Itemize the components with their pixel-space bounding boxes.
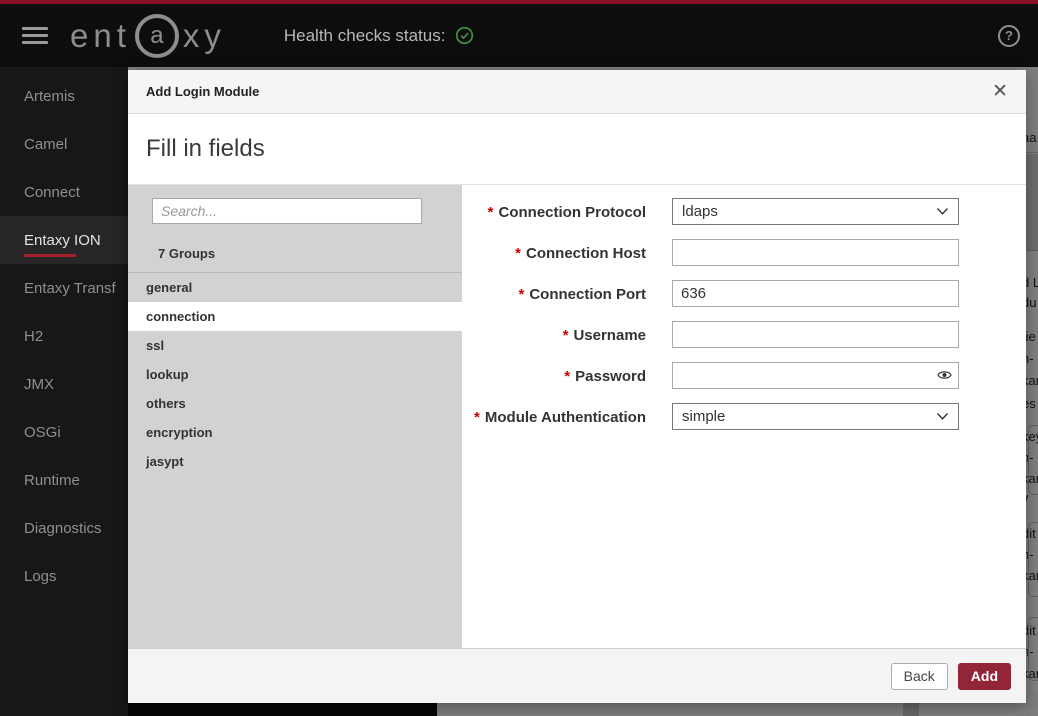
connection-protocol-select[interactable]: ldaps (672, 198, 959, 225)
health-status: Health checks status: (284, 26, 475, 46)
username-input[interactable] (672, 321, 959, 348)
sidebar-item-label: Entaxy ION (24, 232, 101, 249)
field-label-password: *Password (462, 362, 646, 389)
form-row-connection-protocol: *Connection Protocol ldaps (462, 198, 1026, 225)
password-input[interactable] (672, 362, 959, 389)
add-login-module-dialog: Add Login Module ✕ Fill in fields 7 Grou… (128, 70, 1026, 703)
dialog-footer: Back Add (128, 648, 1026, 703)
select-value: simple (682, 408, 725, 425)
sidebar-item-diagnostics[interactable]: Diagnostics (0, 504, 128, 552)
form-row-connection-port: *Connection Port (462, 280, 1026, 307)
field-control-connection-port (672, 280, 959, 307)
sidebar-item-label: OSGi (24, 424, 61, 441)
groups-list: generalconnectionssllookupothersencrypti… (128, 272, 462, 476)
form-row-module-authentication: *Module Authentication simple (462, 403, 1026, 430)
add-button[interactable]: Add (958, 663, 1011, 690)
form-row-connection-host: *Connection Host (462, 239, 1026, 266)
group-item-lookup[interactable]: lookup (128, 360, 462, 389)
sidebar-item-h2[interactable]: H2 (0, 312, 128, 360)
module-form: *Connection Protocol ldaps *Connection Hos… (462, 185, 1026, 648)
sidebar-item-label: Camel (24, 136, 67, 153)
entaxy-logo: entaxy (70, 14, 226, 58)
field-control-password (672, 362, 959, 389)
field-control-username (672, 321, 959, 348)
chevron-down-icon (936, 203, 949, 220)
field-label-username: *Username (462, 321, 646, 348)
app-header: entaxy Health checks status: ? (0, 0, 1038, 67)
background-dark-panel (128, 703, 437, 716)
sidebar-item-label: H2 (24, 328, 43, 345)
dialog-body: 7 Groups generalconnectionssllookupother… (128, 185, 1026, 648)
sidebar-nav: Artemis Camel Connect Entaxy ION Entaxy Tran… (0, 67, 128, 716)
sidebar-item-logs[interactable]: Logs (0, 552, 128, 600)
select-value: ldaps (682, 203, 718, 220)
sidebar-item-label: Artemis (24, 88, 75, 105)
required-asterisk: * (488, 204, 494, 221)
sidebar-item-label: Entaxy Transf (24, 280, 116, 297)
sidebar-item-entaxy-transf[interactable]: Entaxy Transf (0, 264, 128, 312)
background-artifact (1028, 425, 1038, 495)
eye-icon[interactable] (937, 369, 952, 381)
logo-circle-a: a (135, 14, 179, 58)
field-control-connection-protocol: ldaps (672, 198, 959, 225)
close-icon[interactable]: ✕ (992, 82, 1008, 101)
group-item-general[interactable]: general (128, 273, 462, 302)
background-artifact (1028, 617, 1038, 681)
field-control-module-authentication: simple (672, 403, 959, 430)
group-item-jasypt[interactable]: jasypt (128, 447, 462, 476)
sidebar-item-osgi[interactable]: OSGi (0, 408, 128, 456)
required-asterisk: * (563, 327, 569, 344)
sidebar-item-label: Connect (24, 184, 80, 201)
group-item-encryption[interactable]: encryption (128, 418, 462, 447)
background-artifact (1026, 692, 1038, 708)
field-label-connection-port: *Connection Port (462, 280, 646, 307)
group-item-connection[interactable]: connection (128, 302, 462, 331)
sidebar-item-connect[interactable]: Connect (0, 168, 128, 216)
sidebar-item-label: JMX (24, 376, 54, 393)
required-asterisk: * (564, 368, 570, 385)
form-row-password: *Password (462, 362, 1026, 389)
field-label-connection-host: *Connection Host (462, 239, 646, 266)
back-button[interactable]: Back (891, 663, 948, 690)
required-asterisk: * (515, 245, 521, 262)
sidebar-item-jmx[interactable]: JMX (0, 360, 128, 408)
check-circle-icon (455, 26, 474, 45)
module-authentication-select[interactable]: simple (672, 403, 959, 430)
logo-text-left: ent (70, 19, 131, 52)
sidebar-item-runtime[interactable]: Runtime (0, 456, 128, 504)
group-search-input[interactable] (152, 198, 422, 224)
dialog-title: Add Login Module (146, 84, 259, 99)
sidebar-item-label: Runtime (24, 472, 80, 489)
dialog-heading: Fill in fields (146, 135, 265, 163)
group-item-ssl[interactable]: ssl (128, 331, 462, 360)
health-status-label: Health checks status: (284, 26, 446, 46)
required-asterisk: * (518, 286, 524, 303)
background-panel-gap (903, 703, 919, 716)
sidebar-item-entaxy-ion[interactable]: Entaxy ION (0, 216, 128, 264)
form-row-username: *Username (462, 321, 1026, 348)
help-icon[interactable]: ? (998, 25, 1020, 47)
connection-host-input[interactable] (672, 239, 959, 266)
chevron-down-icon (936, 408, 949, 425)
group-item-others[interactable]: others (128, 389, 462, 418)
field-label-module-authentication: *Module Authentication (462, 403, 646, 430)
sidebar-item-camel[interactable]: Camel (0, 120, 128, 168)
field-label-connection-protocol: *Connection Protocol (462, 198, 646, 225)
connection-port-input[interactable] (672, 280, 959, 307)
sidebar-item-label: Logs (24, 568, 57, 585)
groups-panel: 7 Groups generalconnectionssllookupother… (128, 185, 462, 648)
background-artifact (1028, 522, 1038, 597)
logo-text-right: xy (183, 19, 226, 52)
required-asterisk: * (474, 409, 480, 426)
sidebar-item-artemis[interactable]: Artemis (0, 72, 128, 120)
hamburger-menu-icon[interactable] (22, 23, 48, 48)
field-control-connection-host (672, 239, 959, 266)
groups-count-label: 7 Groups (158, 246, 462, 261)
dialog-titlebar: Add Login Module ✕ (128, 70, 1026, 114)
dialog-heading-row: Fill in fields (128, 114, 1026, 185)
sidebar-item-label: Diagnostics (24, 520, 102, 537)
